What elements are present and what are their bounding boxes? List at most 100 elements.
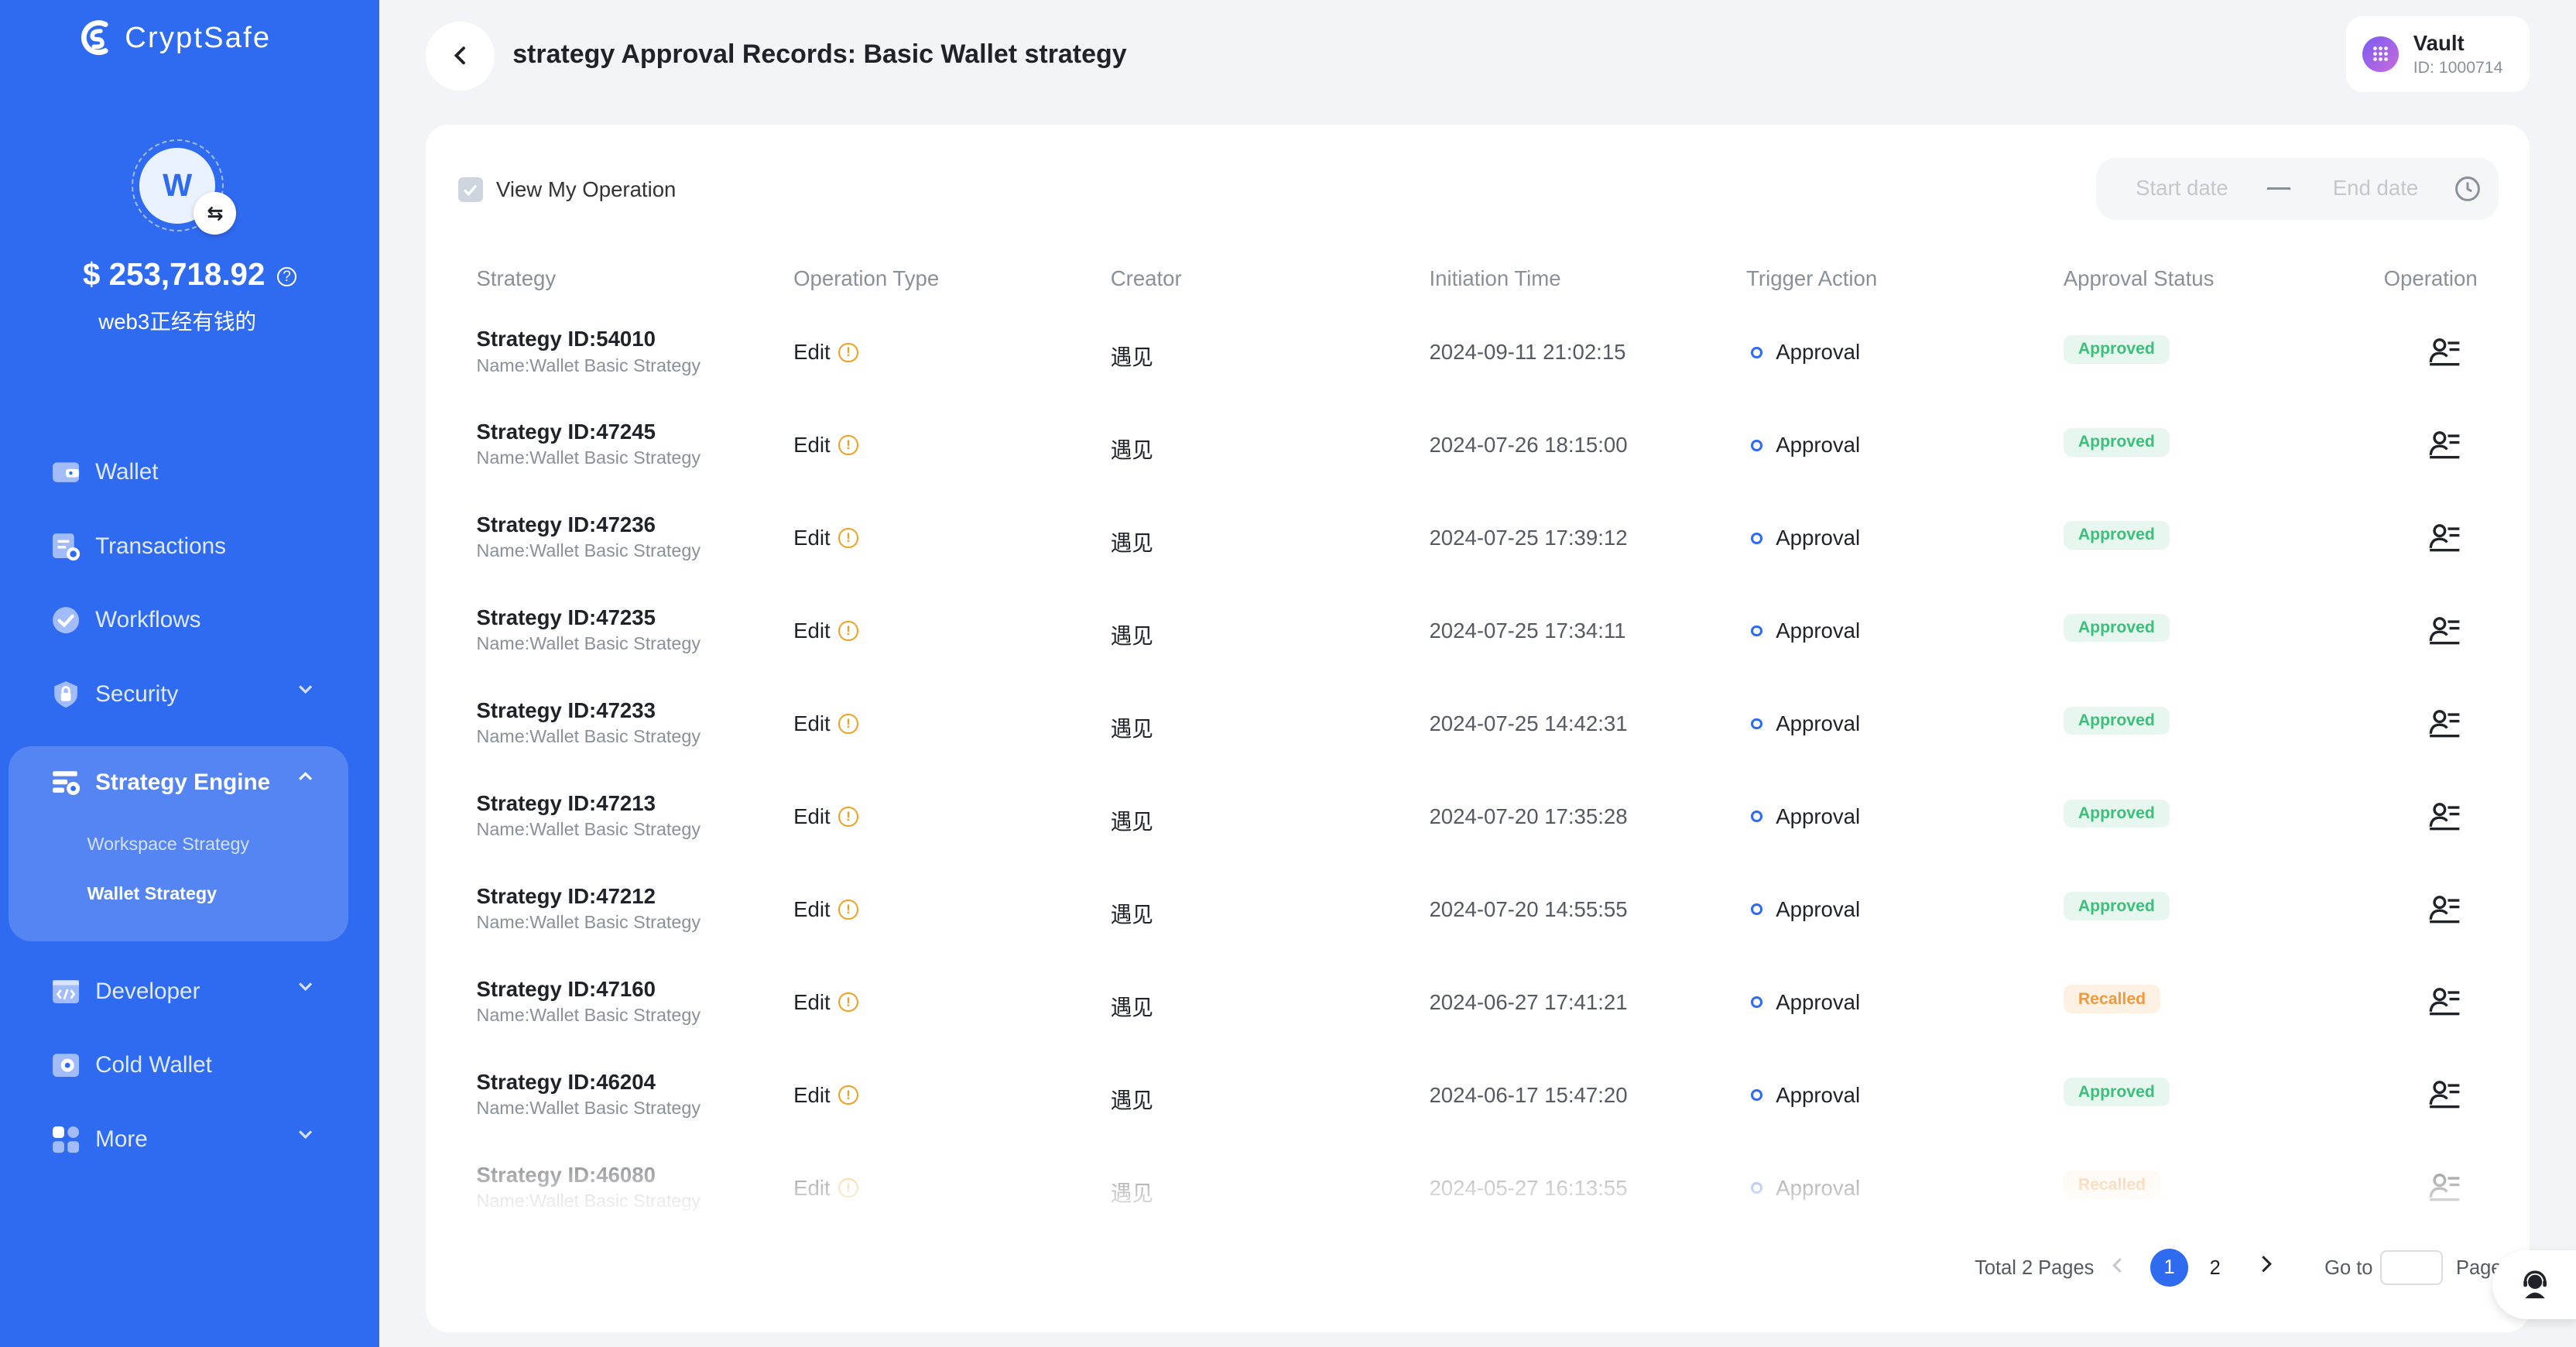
operation-type-cell: Edit! <box>793 619 858 643</box>
back-button[interactable] <box>425 21 495 91</box>
strategy-name: Name:Wallet Basic Strategy <box>476 540 701 561</box>
sidebar-item-cold-wallet[interactable]: Cold Wallet <box>0 1029 379 1103</box>
chevron-down-icon <box>299 684 313 694</box>
cold-wallet-icon <box>52 1054 79 1078</box>
developer-icon <box>52 979 79 1003</box>
status-dot-icon <box>1751 625 1763 637</box>
sidebar-item-developer[interactable]: Developer <box>0 955 379 1029</box>
view-approval-details-icon[interactable] <box>2428 894 2461 924</box>
initiation-time: 2024-07-25 17:34:11 <box>1429 619 1626 643</box>
sidebar-item-strategy-engine[interactable]: Strategy Engine <box>9 746 348 821</box>
checkbox-icon[interactable] <box>458 177 483 203</box>
initiation-time: 2024-09-11 21:02:15 <box>1429 340 1626 365</box>
wallet-avatar-ring[interactable]: W ⇆ <box>131 139 237 235</box>
info-icon[interactable]: ! <box>838 900 858 920</box>
sidebar-item-more[interactable]: More <box>0 1102 379 1177</box>
page-button-current[interactable]: 1 <box>2150 1249 2189 1287</box>
info-icon[interactable]: ! <box>838 714 858 734</box>
view-approval-details-icon[interactable] <box>2428 523 2461 552</box>
clock-icon[interactable] <box>2454 176 2481 202</box>
view-approval-details-icon[interactable] <box>2428 801 2461 831</box>
view-my-operation-label: View My Operation <box>495 177 677 202</box>
swap-wallet-icon[interactable]: ⇆ <box>194 192 237 235</box>
prev-page-button[interactable] <box>2111 1257 2126 1280</box>
vault-switcher[interactable]: Vault ID: 1000714 <box>2345 16 2530 92</box>
view-my-operation-checkbox[interactable]: View My Operation <box>458 177 677 203</box>
trigger-action-cell: Approval <box>1751 897 1860 922</box>
strategy-name: Name:Wallet Basic Strategy <box>476 912 701 933</box>
trigger-action-cell: Approval <box>1751 1176 1860 1201</box>
view-approval-details-icon[interactable] <box>2428 986 2461 1016</box>
sidebar-item-transactions[interactable]: Transactions <box>0 509 379 584</box>
trigger-action: Approval <box>1776 804 1861 828</box>
date-separator <box>2266 187 2290 190</box>
sidebar-item-security[interactable]: Security <box>0 657 379 732</box>
app-name: CryptSafe <box>125 20 272 54</box>
view-approval-details-icon[interactable] <box>2428 337 2461 366</box>
sidebar-subitem-wallet-strategy[interactable]: Wallet Strategy <box>9 869 348 919</box>
trigger-action-cell: Approval <box>1751 433 1860 458</box>
approval-status-badge: Approved <box>2063 706 2170 735</box>
strategy-id: Strategy ID:46204 <box>476 1069 656 1094</box>
strategy-engine-icon <box>52 771 80 796</box>
operation-type-cell: Edit! <box>793 340 858 365</box>
info-icon[interactable]: ! <box>838 342 858 363</box>
trigger-action: Approval <box>1776 1175 1861 1200</box>
approval-status-badge: Approved <box>2063 613 2170 643</box>
sidebar-item-label: Workflows <box>95 607 201 633</box>
view-approval-details-icon[interactable] <box>2428 1079 2461 1109</box>
help-icon[interactable]: ? <box>276 266 297 287</box>
table-row: Strategy ID:47236 Name:Wallet Basic Strat… <box>426 492 2530 584</box>
initiation-time: 2024-07-20 14:55:55 <box>1429 896 1628 921</box>
strategy-cell: Strategy ID:47212 Name:Wallet Basic Strat… <box>476 884 701 933</box>
date-range-picker[interactable]: Start date End date <box>2096 157 2499 221</box>
strategy-name: Name:Wallet Basic Strategy <box>476 447 701 468</box>
creator: 遇见 <box>1110 716 1153 741</box>
view-approval-details-icon[interactable] <box>2428 708 2461 738</box>
column-header-approval-status: Approval Status <box>2063 266 2215 290</box>
goto-page-input[interactable] <box>2380 1250 2443 1285</box>
sidebar-subitem-workspace-strategy[interactable]: Workspace Strategy <box>9 820 348 869</box>
end-date-input[interactable]: End date <box>2333 176 2418 201</box>
info-icon[interactable]: ! <box>838 1085 858 1105</box>
app-logo[interactable]: CryptSafe <box>76 16 272 59</box>
sidebar-item-workflows[interactable]: Workflows <box>0 583 379 657</box>
trigger-action-cell: Approval <box>1751 1083 1860 1108</box>
shield-icon <box>54 680 77 708</box>
strategy-name: Name:Wallet Basic Strategy <box>476 1004 701 1025</box>
operation-type: Edit <box>793 989 831 1014</box>
next-page-button[interactable] <box>2259 1253 2273 1280</box>
info-icon[interactable]: ! <box>838 621 858 641</box>
trigger-action-cell: Approval <box>1751 526 1860 550</box>
start-date-input[interactable]: Start date <box>2136 176 2228 201</box>
customer-support-button[interactable] <box>2492 1250 2576 1320</box>
trigger-action-cell: Approval <box>1751 804 1860 829</box>
vault-id: ID: 1000714 <box>2413 59 2503 77</box>
info-icon[interactable]: ! <box>838 1177 858 1198</box>
trigger-action: Approval <box>1776 1082 1861 1107</box>
operation-type: Edit <box>793 711 831 735</box>
view-approval-details-icon[interactable] <box>2428 615 2461 645</box>
page-title: strategy Approval Records: Basic Wallet … <box>512 39 1127 69</box>
sidebar-item-label: More <box>95 1126 148 1152</box>
table-row: Strategy ID:47213 Name:Wallet Basic Strat… <box>426 769 2530 862</box>
info-icon[interactable]: ! <box>838 435 858 455</box>
approval-status-badge: Approved <box>2063 799 2170 828</box>
view-approval-details-icon[interactable] <box>2428 430 2461 459</box>
initiation-time: 2024-07-25 14:42:31 <box>1429 711 1628 735</box>
view-approval-details-icon[interactable] <box>2428 1172 2461 1201</box>
sidebar-item-wallet[interactable]: Wallet <box>0 435 379 509</box>
status-dot-icon <box>1751 903 1763 916</box>
info-icon[interactable]: ! <box>838 528 858 548</box>
column-header-trigger-action: Trigger Action <box>1746 266 1878 290</box>
strategy-cell: Strategy ID:47245 Name:Wallet Basic Strat… <box>476 420 701 468</box>
strategy-name: Name:Wallet Basic Strategy <box>476 726 701 747</box>
initiation-time: 2024-05-27 16:13:55 <box>1429 1175 1628 1200</box>
table-header: Strategy Operation Type Creator Initiati… <box>426 266 2530 296</box>
info-icon[interactable]: ! <box>838 807 858 827</box>
workflows-icon <box>52 607 79 634</box>
strategy-id: Strategy ID:47245 <box>476 420 656 444</box>
info-icon[interactable]: ! <box>838 992 858 1013</box>
page-button[interactable]: 2 <box>2210 1257 2221 1280</box>
column-header-operation-type: Operation Type <box>793 266 940 290</box>
